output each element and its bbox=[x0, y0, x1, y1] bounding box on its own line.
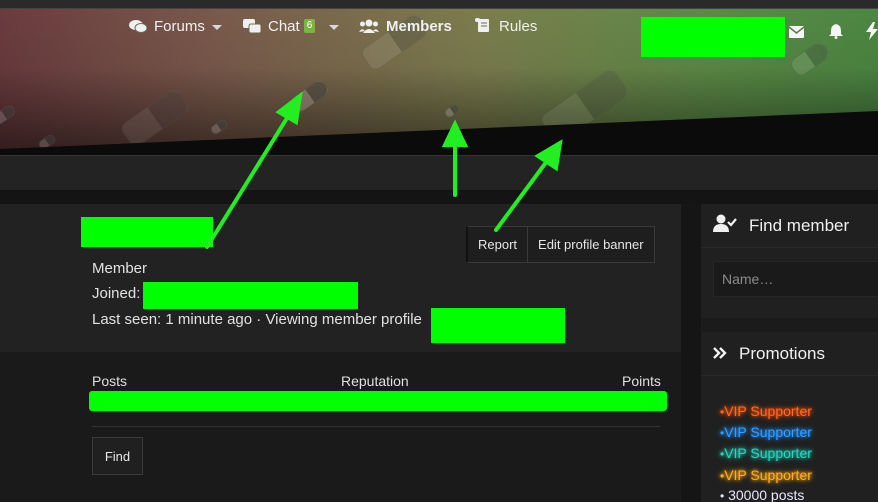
profile-actions: Report Edit profile banner bbox=[466, 226, 655, 263]
edit-profile-banner-button[interactable]: Edit profile banner bbox=[527, 227, 654, 262]
envelope-icon[interactable] bbox=[788, 25, 805, 43]
joined-label: Joined: bbox=[92, 285, 141, 302]
top-strip bbox=[0, 0, 878, 9]
sidebar-gutter bbox=[681, 204, 701, 502]
bolt-icon[interactable] bbox=[866, 22, 878, 45]
promotions-header: Promotions bbox=[701, 332, 878, 376]
report-button[interactable]: Report bbox=[468, 227, 527, 262]
promotion-item[interactable]: •VIP Supporter bbox=[720, 445, 812, 461]
nav-members-label: Members bbox=[386, 17, 452, 35]
user-check-icon bbox=[713, 214, 737, 237]
nav-chat[interactable]: Chat 6 bbox=[243, 9, 316, 43]
promotions-title: Promotions bbox=[739, 343, 825, 363]
bell-icon[interactable] bbox=[829, 24, 843, 44]
chat-count-badge: 6 bbox=[303, 19, 316, 33]
nav-rules-label: Rules bbox=[499, 17, 538, 35]
posts-label: Posts bbox=[92, 373, 128, 389]
chat-chevron-down-icon[interactable] bbox=[329, 25, 339, 30]
promotion-item[interactable]: • 30000 posts bbox=[720, 487, 804, 502]
nav-forums-label: Forums bbox=[154, 17, 205, 35]
redacted-stats-values bbox=[89, 391, 667, 411]
redacted-username bbox=[81, 217, 213, 247]
redacted-joined-date bbox=[143, 282, 358, 309]
stats-divider bbox=[92, 426, 660, 427]
redacted-account-name[interactable] bbox=[641, 17, 785, 57]
member-role: Member bbox=[92, 260, 148, 277]
nav-rules[interactable]: Rules bbox=[475, 9, 537, 43]
find-button[interactable]: Find bbox=[92, 437, 143, 475]
scroll-icon bbox=[475, 18, 492, 34]
promotion-item[interactable]: •VIP Supporter bbox=[720, 403, 812, 419]
nav-members[interactable]: Members bbox=[359, 9, 452, 43]
double-chevron-icon bbox=[713, 344, 727, 364]
nav-chat-label: Chat bbox=[268, 17, 300, 35]
find-member-header: Find member bbox=[701, 204, 878, 248]
redacted-viewing-target[interactable] bbox=[431, 308, 565, 343]
reputation-label: Reputation bbox=[341, 373, 409, 389]
promotion-item[interactable]: •VIP Supporter bbox=[720, 467, 812, 483]
page-gap bbox=[0, 191, 878, 204]
find-member-title: Find member bbox=[749, 215, 850, 235]
chat-icon bbox=[243, 18, 261, 34]
last-seen-text: Last seen: 1 minute ago · Viewing member… bbox=[92, 311, 422, 328]
users-icon bbox=[359, 19, 379, 33]
forums-chevron-down-icon[interactable] bbox=[212, 25, 222, 30]
points-label: Points bbox=[622, 373, 661, 389]
member-name-input[interactable]: Name… bbox=[713, 261, 878, 297]
promotion-item[interactable]: •VIP Supporter bbox=[720, 424, 812, 440]
nav-forums[interactable]: Forums bbox=[129, 9, 205, 43]
comments-icon bbox=[129, 19, 147, 34]
breadcrumb-bar bbox=[0, 155, 878, 191]
